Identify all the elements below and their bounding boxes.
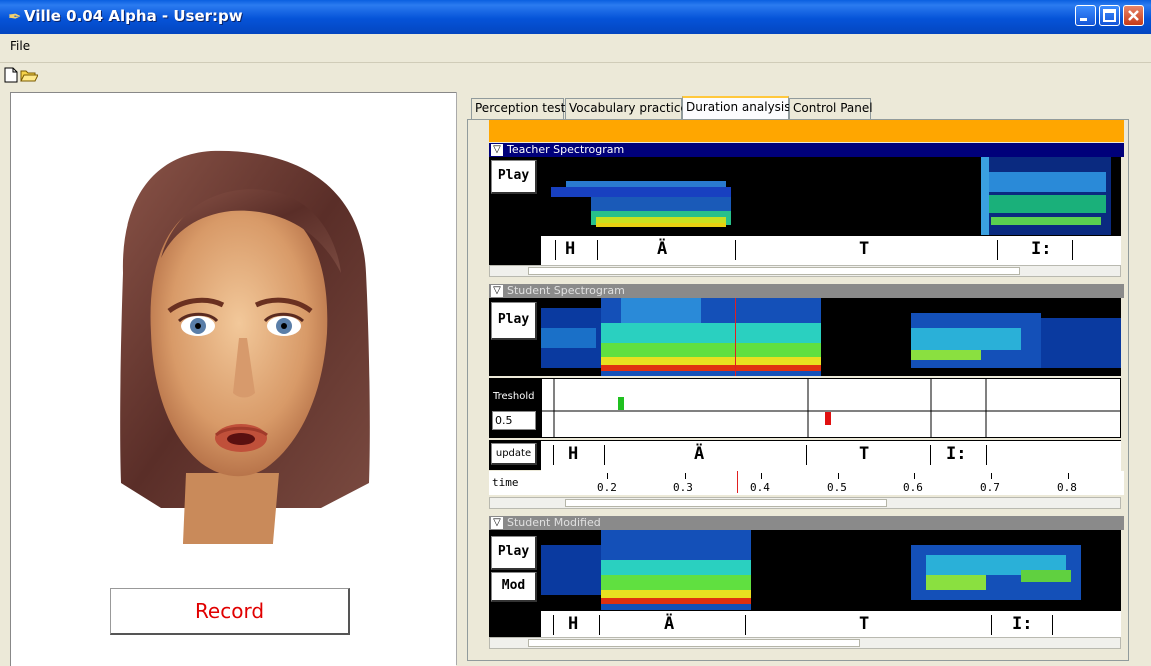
time-axis-label: time — [492, 476, 519, 489]
tab-control-panel[interactable]: Control Panel — [789, 98, 873, 119]
modified-scrollbar[interactable] — [489, 637, 1121, 649]
student-header-label: Student Spectrogram — [507, 284, 625, 297]
teacher-spectrogram-header[interactable]: ▽ Teacher Spectrogram — [489, 143, 1124, 157]
orange-banner — [489, 120, 1124, 142]
time-tick-0-6: 0.6 — [903, 481, 923, 494]
student-modified-header[interactable]: ▽ Student Modified — [489, 516, 1124, 530]
menu-bar: File — [0, 34, 1151, 63]
collapse-triangle-icon[interactable]: ▽ — [491, 517, 503, 529]
title-bar: ✒ Ville 0.04 Alpha - User:pw — [0, 0, 1151, 34]
student-scroll-thumb[interactable] — [565, 499, 887, 507]
teacher-segment-row: H Ä T I: — [541, 235, 1121, 267]
modified-segment-row: H Ä T I: — [541, 610, 1121, 639]
time-tick-0-8: 0.8 — [1057, 481, 1077, 494]
tab-vocabulary-practice[interactable]: Vocabulary practice — [565, 98, 688, 119]
modified-header-label: Student Modified — [507, 516, 601, 529]
maximize-button[interactable] — [1099, 5, 1120, 26]
teacher-segment-a: Ä — [657, 239, 668, 259]
student-segment-h: H — [568, 444, 579, 464]
student-segment-t: T — [859, 444, 870, 464]
talking-head-avatar — [120, 150, 370, 544]
student-segment-i: I: — [946, 444, 967, 464]
student-scrollbar[interactable] — [489, 497, 1121, 509]
modified-scroll-thumb[interactable] — [528, 639, 860, 647]
tab-perception-test[interactable]: Perception test — [471, 98, 565, 119]
toolbar — [0, 63, 1151, 87]
mod-button[interactable]: Mod — [491, 572, 537, 602]
teacher-header-label: Teacher Spectrogram — [507, 143, 625, 156]
modified-spectrogram — [541, 530, 1121, 610]
window-title: Ville 0.04 Alpha - User:pw — [24, 7, 243, 25]
update-button[interactable]: update — [491, 443, 537, 465]
student-segment-a: Ä — [694, 444, 705, 464]
record-button[interactable]: Record — [110, 588, 350, 635]
close-button[interactable] — [1123, 5, 1144, 26]
student-spectrogram — [541, 298, 1121, 376]
modified-segment-a: Ä — [664, 614, 675, 634]
modified-segment-h: H — [568, 614, 579, 634]
time-tick-0-5: 0.5 — [827, 481, 847, 494]
modified-segment-t: T — [859, 614, 870, 634]
threshold-plot — [541, 378, 1121, 438]
avatar-pane — [10, 92, 456, 666]
teacher-label-spacer — [489, 235, 541, 265]
modified-label-spacer — [489, 610, 541, 637]
student-play-button[interactable]: Play — [491, 302, 537, 340]
threshold-box: Treshold — [489, 378, 541, 438]
threshold-marker-red[interactable] — [825, 412, 831, 425]
teacher-scroll-thumb[interactable] — [528, 267, 1020, 275]
threshold-label: Treshold — [493, 391, 535, 402]
collapse-triangle-icon[interactable]: ▽ — [491, 144, 503, 156]
teacher-segment-t: T — [859, 239, 870, 259]
threshold-marker-green[interactable] — [618, 397, 624, 410]
pane-splitter[interactable] — [456, 92, 461, 665]
new-document-icon[interactable] — [3, 67, 19, 83]
student-segment-row: H Ä T I: — [541, 440, 1121, 472]
minimize-button[interactable] — [1075, 5, 1096, 26]
student-spectrogram-header[interactable]: ▽ Student Spectrogram — [489, 284, 1124, 298]
teacher-segment-i: I: — [1031, 239, 1052, 259]
teacher-spectrogram — [541, 157, 1121, 235]
time-tick-0-7: 0.7 — [980, 481, 1000, 494]
modified-segment-i: I: — [1012, 614, 1033, 634]
open-folder-icon[interactable] — [20, 67, 39, 83]
time-tick-0-2: 0.2 — [597, 481, 617, 494]
collapse-triangle-icon[interactable]: ▽ — [491, 285, 503, 297]
teacher-play-button[interactable]: Play — [491, 160, 537, 194]
teacher-scrollbar[interactable] — [489, 265, 1121, 277]
tab-duration-analysis[interactable]: Duration analysis — [682, 96, 791, 120]
time-tick-0-3: 0.3 — [673, 481, 693, 494]
app-feather-icon: ✒ — [8, 7, 22, 26]
teacher-segment-h: H — [565, 239, 576, 259]
time-axis: time 0.2 0.3 0.4 0.5 0.6 0.7 0.8 — [489, 471, 1124, 495]
menu-file[interactable]: File — [10, 39, 30, 53]
threshold-input[interactable] — [492, 411, 536, 430]
time-tick-0-4: 0.4 — [750, 481, 770, 494]
modified-play-button[interactable]: Play — [491, 536, 537, 570]
